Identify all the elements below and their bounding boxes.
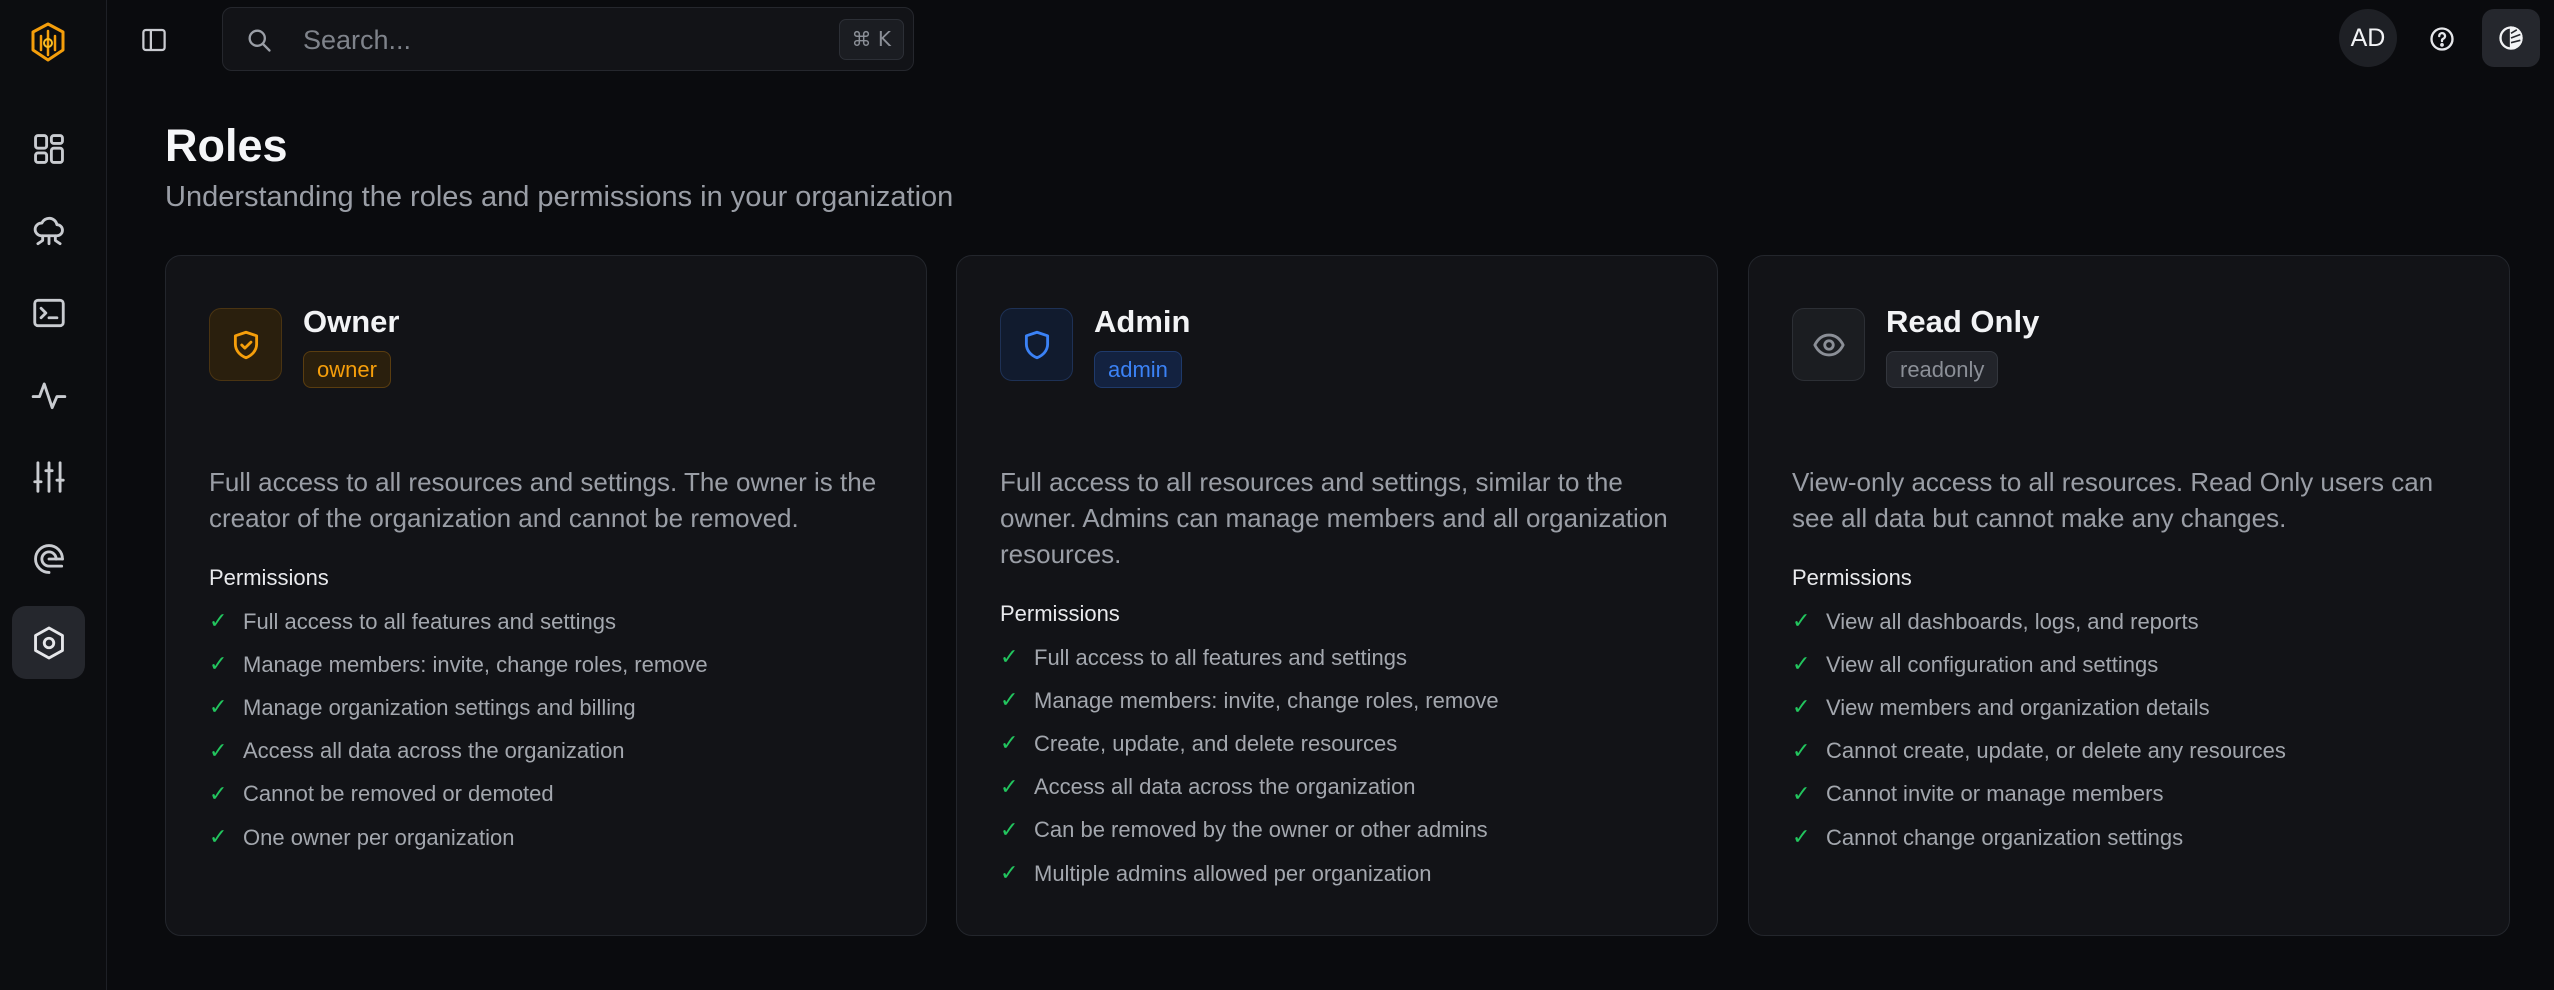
check-icon: ✓	[1792, 609, 1811, 635]
role-description: View-only access to all resources. Read …	[1792, 467, 2434, 533]
check-icon: ✓	[209, 738, 228, 764]
check-icon: ✓	[1792, 738, 1811, 764]
terminal-icon	[32, 298, 65, 327]
search-bar[interactable]: Search... ⌘ K	[222, 7, 914, 71]
search-shortcut-hint: ⌘ K	[838, 19, 904, 60]
check-icon: ✓	[1000, 645, 1019, 671]
role-badge: readonly	[1886, 351, 1999, 388]
theme-toggle-button[interactable]	[2482, 9, 2540, 67]
permissions-list: ✓ Full access to all features and setting…	[209, 600, 708, 859]
list-item: ✓ Manage members: invite, change roles, r…	[209, 651, 708, 678]
list-item: ✓ Access all data across the organization	[209, 738, 625, 764]
role-name: Read Only	[1886, 304, 2040, 339]
list-item: ✓ Cannot be removed or demoted	[209, 781, 554, 807]
list-item: ✓ View members and organization details	[1792, 694, 2210, 721]
role-card-readonly: Read Only readonly View-only access to a…	[1748, 255, 2510, 936]
page-subtitle: Understanding the roles and permissions …	[165, 181, 954, 213]
role-icon-readonly	[1792, 308, 1865, 381]
role-icon-admin	[1000, 308, 1073, 381]
list-item: ✓ Manage organization settings and billin…	[209, 694, 636, 721]
permissions-list: ✓ View all dashboards, logs, and reports …	[1792, 600, 2286, 859]
help-circle-icon	[2430, 27, 2454, 51]
sidebar-item-terminal[interactable]	[12, 276, 85, 349]
shield-check-icon	[233, 330, 258, 359]
role-card-admin: Admin admin Full access to all resources…	[956, 255, 1718, 936]
list-item: ✓ View all configuration and settings	[1792, 651, 2159, 678]
search-input[interactable]: Search...	[303, 25, 411, 56]
check-icon: ✓	[1000, 731, 1019, 757]
sliders-icon	[32, 460, 65, 493]
role-name: Admin	[1094, 304, 1191, 339]
sidebar-item-dashboard[interactable]	[12, 112, 85, 185]
sidebar-item-activity[interactable]	[12, 358, 85, 431]
eye-icon	[1812, 333, 1845, 356]
shield-icon	[1024, 330, 1049, 359]
check-icon: ✓	[1000, 817, 1019, 843]
check-icon: ✓	[1792, 695, 1811, 721]
list-item: ✓ Cannot invite or manage members	[1792, 781, 2164, 807]
check-icon: ✓	[1000, 774, 1019, 800]
role-badge: owner	[303, 351, 391, 388]
check-icon: ✓	[209, 825, 228, 851]
list-item: ✓ View all dashboards, logs, and reports	[1792, 608, 2199, 635]
sidebar-item-settings[interactable]	[12, 440, 85, 513]
check-icon: ✓	[1792, 825, 1811, 851]
contrast-icon	[2499, 26, 2523, 50]
list-item: ✓ One owner per organization	[209, 824, 515, 851]
role-description: Full access to all resources and setting…	[209, 467, 877, 533]
list-item: ✓ Full access to all features and setting…	[209, 608, 616, 635]
check-icon: ✓	[1000, 688, 1019, 714]
permissions-list: ✓ Full access to all features and setting…	[1000, 636, 1499, 895]
check-icon: ✓	[209, 695, 228, 721]
check-icon: ✓	[1792, 652, 1811, 678]
user-avatar[interactable]: AD	[2339, 9, 2397, 67]
list-item: ✓ Access all data across the organization	[1000, 774, 1416, 800]
sidebar-toggle-button[interactable]	[136, 22, 172, 58]
check-icon: ✓	[209, 781, 228, 807]
sidebar-item-identity[interactable]	[12, 522, 85, 595]
help-button[interactable]	[2422, 19, 2462, 59]
logo-icon[interactable]	[28, 20, 68, 64]
check-icon: ✓	[1000, 861, 1019, 887]
cloud-network-icon	[33, 216, 64, 245]
list-item: ✓ Cannot create, update, or delete any re…	[1792, 738, 2286, 764]
list-item: ✓ Create, update, and delete resources	[1000, 730, 1398, 757]
role-card-owner: Owner owner Full access to all resources…	[165, 255, 927, 936]
roles-hexagon-icon	[33, 626, 64, 659]
list-item: ✓ Can be removed by the owner or other ad…	[1000, 817, 1488, 843]
sidebar-item-roles[interactable]	[12, 606, 85, 679]
permissions-heading: Permissions	[1792, 565, 1912, 590]
check-icon: ✓	[209, 652, 228, 678]
list-item: ✓ Full access to all features and setting…	[1000, 644, 1407, 671]
check-icon: ✓	[1792, 781, 1811, 807]
panel-left-icon	[142, 28, 166, 52]
list-item: ✓ Manage members: invite, change roles, r…	[1000, 687, 1499, 714]
sidebar-item-network[interactable]	[12, 194, 85, 267]
fingerprint-icon	[33, 543, 64, 574]
list-item: ✓ Cannot change organization settings	[1792, 824, 2184, 851]
permissions-heading: Permissions	[1000, 601, 1120, 626]
role-name: Owner	[303, 304, 400, 339]
activity-icon	[31, 381, 66, 409]
dashboard-icon	[33, 133, 64, 164]
list-item: ✓ Multiple admins allowed per organizatio…	[1000, 860, 1432, 887]
page-title: Roles	[165, 120, 288, 171]
search-icon	[248, 29, 271, 52]
role-description: Full access to all resources and setting…	[1000, 467, 1668, 569]
role-icon-owner	[209, 308, 282, 381]
permissions-heading: Permissions	[209, 565, 329, 590]
role-badge: admin	[1094, 351, 1182, 388]
sidebar	[0, 0, 107, 990]
check-icon: ✓	[209, 609, 228, 635]
